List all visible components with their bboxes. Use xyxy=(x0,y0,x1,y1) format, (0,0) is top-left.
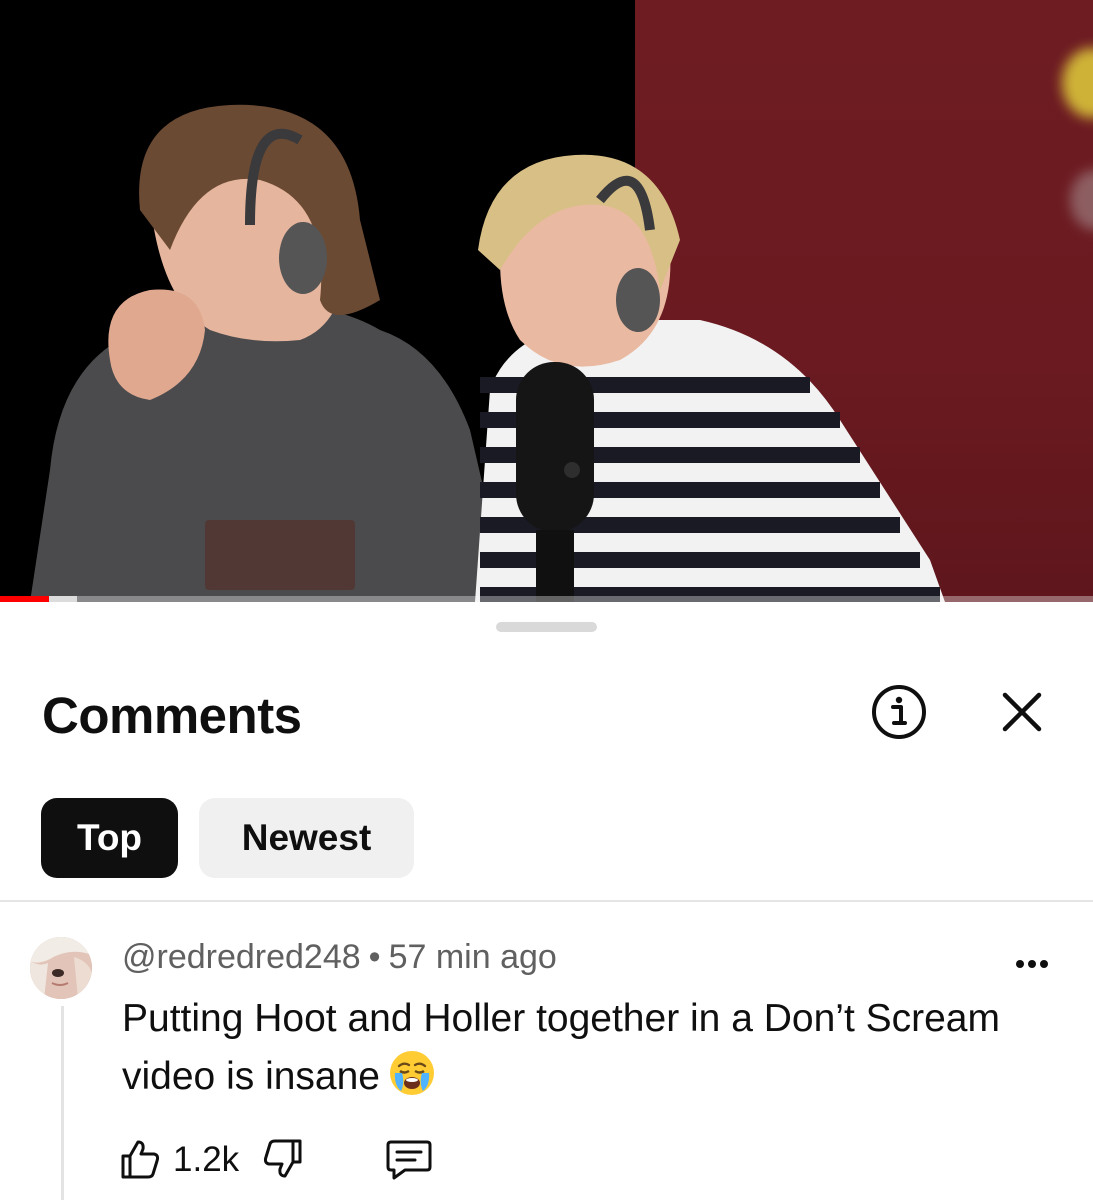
sort-chip-top[interactable]: Top xyxy=(41,798,178,878)
thread-line xyxy=(61,1006,64,1200)
comment-time: 57 min ago xyxy=(388,938,557,976)
video-player[interactable] xyxy=(0,0,1093,602)
comment-author[interactable]: @redredred248 xyxy=(122,938,361,976)
more-icon xyxy=(1016,960,1048,968)
thumbs-up-icon xyxy=(121,1140,160,1179)
like-button[interactable] xyxy=(118,1134,162,1184)
comment-more-button[interactable] xyxy=(1005,944,1059,984)
comment-text: Putting Hoot and Holler together in a Do… xyxy=(122,997,1000,1098)
thumbs-down-icon xyxy=(263,1139,302,1178)
comments-sheet: Comments Top Newest @redredred248 • 57 min… xyxy=(0,602,1093,1200)
comment-meta: @redredred248 • 57 min ago xyxy=(122,938,557,977)
like-count: 1.2k xyxy=(173,1140,240,1179)
reply-button[interactable] xyxy=(385,1134,433,1184)
divider xyxy=(0,900,1093,902)
meta-separator: • xyxy=(368,938,381,976)
info-icon xyxy=(872,685,926,739)
comment-body: Putting Hoot and Holler together in a Do… xyxy=(122,990,1002,1106)
reply-icon xyxy=(386,1140,432,1180)
crying-face-emoji xyxy=(390,1051,434,1095)
close-button[interactable] xyxy=(990,680,1054,744)
panel-title: Comments xyxy=(42,687,302,744)
avatar[interactable] xyxy=(30,937,92,999)
sort-chip-newest[interactable]: Newest xyxy=(199,798,414,878)
dislike-button[interactable] xyxy=(261,1134,305,1184)
close-icon xyxy=(1002,692,1042,732)
avatar-image xyxy=(30,937,92,999)
video-frame-illustration xyxy=(30,104,945,602)
info-button[interactable] xyxy=(867,680,931,744)
drag-handle[interactable] xyxy=(496,622,597,632)
